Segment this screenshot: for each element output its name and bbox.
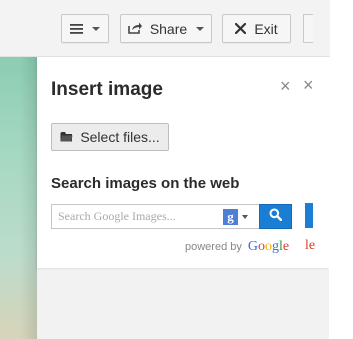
panel-title: Insert image: [51, 79, 163, 100]
insert-image-panel: Insert image × Select files... Search im…: [37, 57, 329, 268]
search-icon: [269, 208, 283, 226]
close-icon: [235, 21, 247, 37]
close-icon[interactable]: ×: [280, 77, 291, 95]
close-icon[interactable]: ×: [303, 76, 314, 94]
chevron-down-icon: [196, 27, 205, 31]
share-button[interactable]: Share: [120, 14, 212, 43]
menu-button[interactable]: [61, 14, 109, 43]
chevron-down-icon: [242, 214, 248, 219]
exit-label: Exit: [254, 20, 278, 37]
exit-button[interactable]: Exit: [222, 14, 291, 43]
search-input[interactable]: [52, 205, 217, 228]
toolbar-edge-button[interactable]: [303, 14, 313, 43]
powered-by-label: powered by: [185, 241, 242, 253]
share-icon: [128, 21, 142, 37]
share-label: Share: [149, 20, 188, 37]
google-logo-edge: le: [305, 238, 315, 253]
search-button[interactable]: [259, 204, 292, 229]
select-files-label: Select files...: [80, 129, 160, 145]
google-logo: Google: [247, 239, 290, 254]
hamburger-icon: [70, 21, 83, 37]
panel-bottom-area: [37, 268, 329, 339]
search-heading: Search images on the web: [51, 175, 240, 192]
background-image: [0, 57, 37, 339]
folder-icon: [60, 129, 73, 145]
top-toolbar: Share Exit: [0, 0, 330, 57]
google-icon: g: [223, 208, 238, 225]
chevron-down-icon: [92, 27, 100, 31]
background-right: [329, 57, 353, 339]
image-search-box: g: [51, 204, 292, 229]
search-button-edge[interactable]: [305, 203, 313, 228]
powered-by-google: powered by Google: [185, 239, 289, 255]
search-provider-select[interactable]: g: [223, 208, 253, 225]
select-files-button[interactable]: Select files...: [51, 123, 169, 151]
